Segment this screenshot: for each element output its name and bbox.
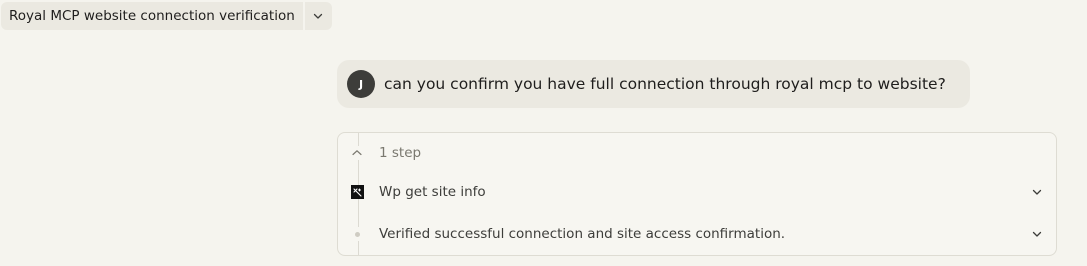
step-item-wp-get-site-info[interactable]: Wp get site info xyxy=(338,177,1056,207)
chevron-down-icon[interactable] xyxy=(1030,185,1044,199)
tool-icon xyxy=(350,185,364,199)
step-label: Verified successful connection and site … xyxy=(379,226,786,242)
conversation-title-group: Royal MCP website connection verificatio… xyxy=(1,2,332,30)
avatar[interactable]: J xyxy=(347,70,375,98)
chevron-down-icon[interactable] xyxy=(1030,227,1044,241)
chevron-up-icon xyxy=(350,146,364,160)
user-message-text: can you confirm you have full connection… xyxy=(384,75,946,93)
steps-summary-toggle[interactable]: 1 step xyxy=(338,138,1056,168)
steps-summary-label: 1 step xyxy=(379,145,422,161)
conversation-title: Royal MCP website connection verificatio… xyxy=(9,8,295,24)
avatar-initial: J xyxy=(358,77,364,91)
conversation-title-button[interactable]: Royal MCP website connection verificatio… xyxy=(1,2,303,30)
dot-icon xyxy=(350,227,364,241)
steps-panel: 1 step Wp get site info Verified success… xyxy=(337,132,1057,256)
step-item-verification-result[interactable]: Verified successful connection and site … xyxy=(338,219,1056,249)
user-message-bubble: J can you confirm you have full connecti… xyxy=(337,60,970,108)
chevron-down-icon xyxy=(312,7,324,26)
title-menu-button[interactable] xyxy=(304,2,332,30)
step-label: Wp get site info xyxy=(379,184,486,200)
